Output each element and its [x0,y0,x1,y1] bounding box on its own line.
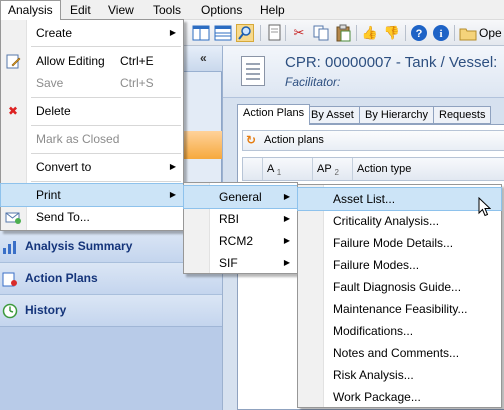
submenu-arrow-icon: ▶ [169,190,176,199]
record-title: CPR: 00000007 - Tank / Vessel: [285,54,498,71]
grid-row-selector-header [243,158,263,180]
menu-item-failure-modes[interactable]: Failure Modes... [298,254,501,276]
submenu-arrow-icon: ▶ [169,28,176,37]
menu-item-rcm2[interactable]: RCM2 ▶ [184,230,297,252]
sort-index: 1 [276,168,282,178]
menu-options[interactable]: Options [194,0,249,20]
menu-bar: Analysis Edit View Tools Options Help [0,0,504,20]
mouse-cursor-icon [478,196,492,220]
action-plans-icon [2,271,18,287]
menu-item-sif[interactable]: SIF ▶ [184,252,297,274]
svg-text:i: i [439,28,442,40]
submenu-arrow-icon: ▶ [283,214,290,223]
menu-item-risk-analysis[interactable]: Risk Analysis... [298,364,501,386]
sort-index: 2 [334,168,339,178]
tab-by-hierarchy[interactable]: By Hierarchy [359,106,434,124]
submenu-arrow-icon: ▶ [283,192,290,201]
tab-by-asset[interactable]: By Asset [305,106,360,124]
table-view-icon[interactable] [214,24,232,42]
print-submenu: General ▶ RBI ▶ RCM2 ▶ SIF ▶ [183,182,298,274]
paste-icon[interactable] [334,24,352,42]
thumbs-down-icon[interactable]: 👎 [383,24,401,42]
submenu-arrow-icon: ▶ [169,162,176,171]
general-submenu: Asset List... Criticality Analysis... Fa… [297,184,502,408]
grid-column-header[interactable]: Action type [353,158,504,180]
menu-analysis[interactable]: Analysis [0,0,61,20]
menu-item-fault-diagnosis-guide[interactable]: Fault Diagnosis Guide... [298,276,501,298]
selected-item-highlight [183,131,222,159]
cut-icon[interactable]: ✂ [290,24,308,42]
menu-help[interactable]: Help [253,0,292,20]
menu-item-criticality-analysis[interactable]: Criticality Analysis... [298,210,501,232]
menu-item-save[interactable]: Save Ctrl+S [1,72,183,94]
tab-requests[interactable]: Requests [433,106,492,124]
delete-icon: ✖ [7,104,19,118]
menu-edit[interactable]: Edit [63,0,98,20]
section-label: Action Plans [25,271,98,285]
record-header: CPR: 00000007 - Tank / Vessel: Facilitat… [223,46,504,98]
facilitator-label: Facilitator: [285,75,341,89]
menu-item-convert-to[interactable]: Convert to ▶ [1,156,183,178]
info-icon[interactable]: i [432,24,450,42]
menu-item-maintenance-feasibility[interactable]: Maintenance Feasibility... [298,298,501,320]
search-icon[interactable] [236,24,254,42]
analysis-menu: Create ▶ Allow Editing Ctrl+E Save Ctrl+… [0,19,184,231]
thumbs-up-icon[interactable]: 👍 [361,24,379,42]
section-label: History [25,303,67,317]
submenu-arrow-icon: ▶ [283,258,290,267]
menu-tools[interactable]: Tools [146,0,188,20]
help-icon[interactable]: ? [410,24,428,42]
grid-column-header[interactable]: AP 2 [313,158,353,180]
menu-item-notes-and-comments[interactable]: Notes and Comments... [298,342,501,364]
menu-item-asset-list[interactable]: Asset List... [297,187,502,211]
menu-item-allow-editing[interactable]: Allow Editing Ctrl+E [1,50,183,72]
menu-view[interactable]: View [101,0,141,20]
open-label[interactable]: Ope [479,24,502,42]
collapse-chevron-icon[interactable]: « [200,51,207,65]
menu-item-work-package[interactable]: Work Package... [298,386,501,408]
grid-column-header[interactable]: A 1 [263,158,313,180]
menu-item-create[interactable]: Create ▶ [1,22,183,44]
menu-item-failure-mode-details[interactable]: Failure Mode Details... [298,232,501,254]
open-icon[interactable] [459,24,477,42]
application-window: Analysis Edit View Tools Options Help ✂ … [0,0,504,410]
grid-header: A 1 AP 2 Action type [242,157,504,181]
menu-item-general[interactable]: General ▶ [183,185,298,209]
refresh-icon[interactable]: ↻ [246,133,256,147]
action-plans-header-label: Action plans [264,134,324,146]
action-plans-header: ↻ Action plans [242,130,504,151]
svg-text:?: ? [416,28,423,40]
copy-icon[interactable] [312,24,330,42]
menu-item-modifications[interactable]: Modifications... [298,320,501,342]
record-document-icon [241,56,265,86]
menu-item-delete[interactable]: ✖ Delete [1,100,183,122]
menu-item-print[interactable]: Print ▶ [0,183,184,207]
history-icon [2,303,18,319]
toolbar: ✂ 👍 👎 ? i Ope [183,20,504,46]
analysis-summary-icon [2,239,18,255]
menu-item-send-to[interactable]: Send To... [1,206,183,228]
layout-icon[interactable] [192,24,210,42]
section-history[interactable]: History [0,294,222,326]
tab-action-plans[interactable]: Action Plans [237,104,311,125]
menu-item-mark-as-closed[interactable]: Mark as Closed [1,128,183,150]
send-to-icon [5,209,21,225]
submenu-arrow-icon: ▶ [283,236,290,245]
allow-editing-icon [5,53,21,69]
menu-item-rbi[interactable]: RBI ▶ [184,208,297,230]
section-label: Analysis Summary [25,239,133,253]
left-pane-empty-area [0,326,222,410]
document-icon[interactable] [265,24,283,42]
